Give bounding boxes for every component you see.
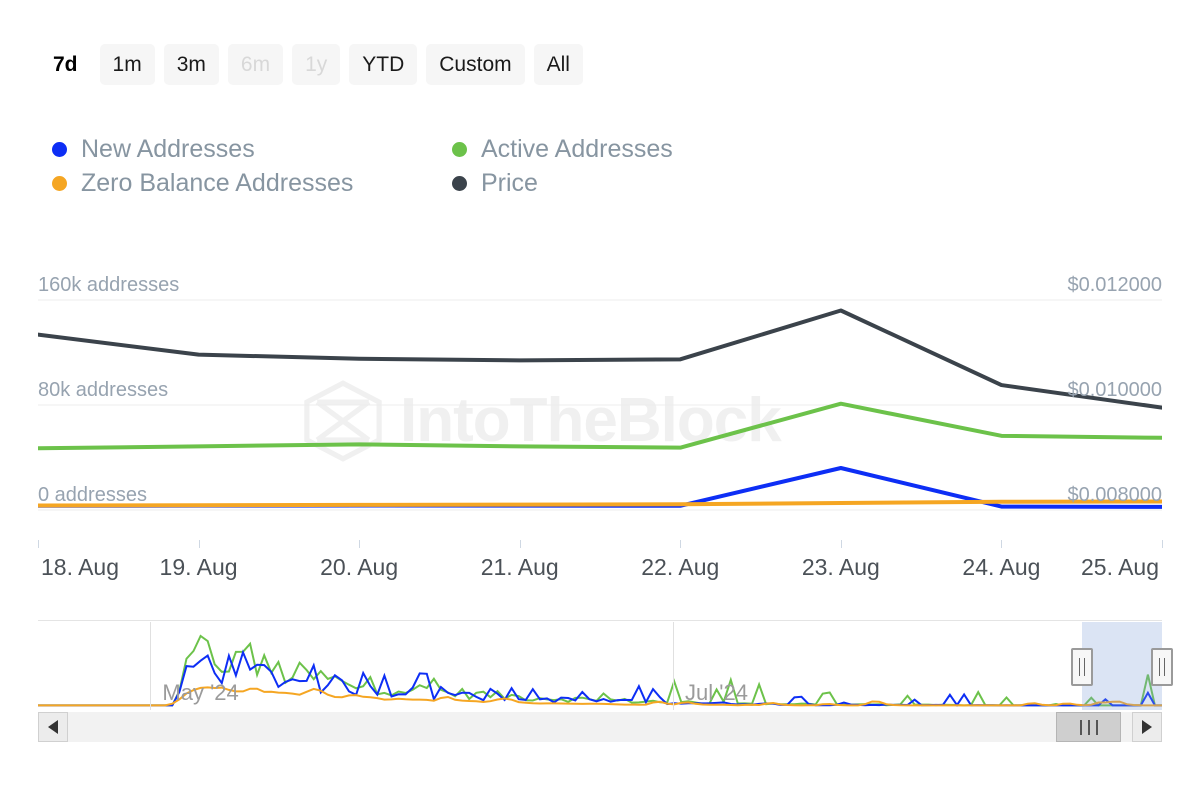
legend-item-price[interactable]: Price [452, 166, 772, 200]
x-axis-tick [359, 540, 361, 548]
x-axis-tick [38, 540, 39, 548]
series-line-active-addresses [38, 401, 1162, 451]
range-button-ytd[interactable]: YTD [349, 44, 418, 85]
legend-dot-icon [452, 175, 467, 191]
navigator-axis-label: Jul '24 [685, 680, 748, 705]
legend-label: Zero Balance Addresses [81, 168, 354, 197]
x-axis-tick [840, 540, 842, 548]
x-axis-tick-label: 23. Aug [801, 554, 880, 580]
legend-item-new-addresses[interactable]: New Addresses [52, 132, 452, 166]
x-axis-tick-label: 18. Aug [40, 554, 120, 580]
x-axis-tick-label: 20. Aug [320, 554, 399, 580]
navigator-handle-right[interactable] [1151, 648, 1173, 686]
legend-label: New Addresses [81, 134, 255, 163]
legend-dot-icon [52, 175, 67, 191]
x-axis-tick-label: 22. Aug [641, 554, 720, 580]
scroll-left-button[interactable] [38, 712, 68, 742]
legend-item-active-addresses[interactable]: Active Addresses [452, 132, 772, 166]
range-button-3m[interactable]: 3m [163, 44, 219, 85]
navigator[interactable]: May '24 Jul '24 [38, 620, 1173, 715]
navigator-selection-band[interactable] [1082, 622, 1162, 710]
x-axis-tick-label: 24. Aug [962, 554, 1041, 580]
navigator-handle-left[interactable] [1071, 648, 1094, 686]
navigator-scrollbar[interactable] [38, 712, 1162, 742]
navigator-divider [673, 622, 675, 710]
x-axis-tick-label: 25. Aug [1080, 554, 1160, 580]
range-button-6m: 6m [227, 44, 284, 85]
range-button-all[interactable]: All [533, 44, 583, 85]
legend-dot-icon [452, 141, 467, 157]
x-axis-tick [1162, 540, 1163, 548]
scrollbar-thumb[interactable] [1056, 712, 1122, 742]
range-button-custom[interactable]: Custom [426, 44, 525, 85]
range-selector: 7d 1m 3m 6m 1y YTD Custom All [40, 44, 583, 85]
navigator-top-divider [38, 620, 1162, 621]
chart-plot-area[interactable]: 0 addresses 80k addresses 160k addresses $0… [38, 274, 1162, 540]
arrow-right-icon [1142, 720, 1152, 734]
arrow-left-icon [48, 720, 58, 734]
legend-label: Active Addresses [481, 134, 673, 163]
x-axis-tick [198, 540, 200, 548]
legend-item-zero-balance-addresses[interactable]: Zero Balance Addresses [52, 166, 452, 200]
series-line-price [38, 308, 1162, 410]
chart-legend: New Addresses Active Addresses Zero Balanc… [52, 132, 772, 200]
scroll-right-button[interactable] [1132, 712, 1162, 742]
x-axis-tick-label: 21. Aug [480, 554, 559, 580]
navigator-axis-label: May '24 [162, 680, 239, 705]
x-axis-tick [519, 540, 521, 548]
range-button-1m[interactable]: 1m [99, 44, 155, 85]
x-axis-tick [680, 540, 682, 548]
navigator-divider [150, 622, 152, 710]
x-axis-tick [1001, 540, 1003, 548]
range-button-7d[interactable]: 7d [40, 44, 91, 85]
chart-svg [38, 299, 1162, 511]
scrollbar-track[interactable] [68, 712, 1132, 742]
range-button-1y: 1y [292, 44, 341, 85]
legend-dot-icon [52, 141, 67, 157]
x-axis-tick-label: 19. Aug [159, 554, 238, 580]
x-axis: 18. Aug 19. Aug 20. Aug 21. Aug 22. Aug 23. A… [38, 540, 1163, 590]
legend-label: Price [481, 168, 538, 197]
